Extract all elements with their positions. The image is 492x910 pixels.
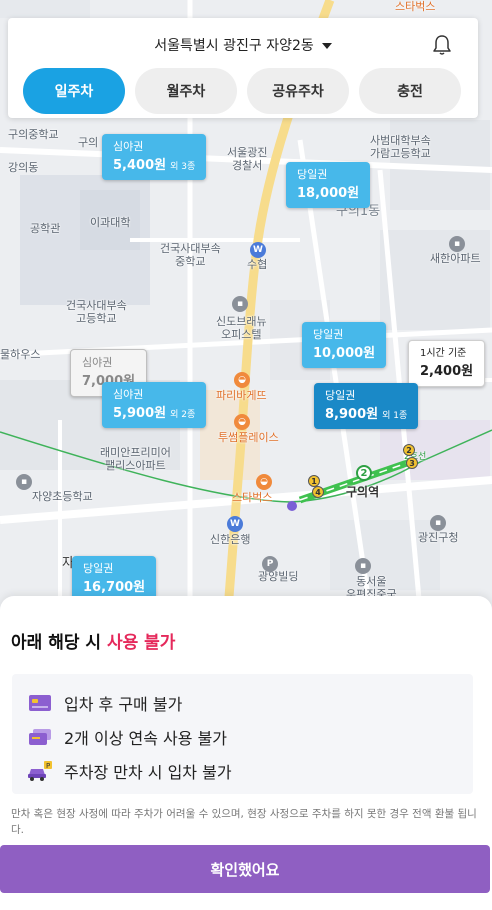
sheet-title-prefix: 아래 해당 시 <box>11 633 107 653</box>
pin-ticket-type: 당일권 <box>325 389 356 402</box>
map-label: 파리바게뜨 <box>216 389 267 402</box>
pin-price: 10,000원 <box>313 346 376 362</box>
parking-price-pin[interactable]: 1시간 기준 2,400원 <box>408 340 486 388</box>
parking-price-pin[interactable]: 당일권 10,000원 <box>302 322 387 369</box>
map-label: 스타벅스 <box>232 491 273 504</box>
list-item: 입차 후 구매 불가 <box>28 686 473 720</box>
pin-extra: 외 1종 <box>382 411 408 422</box>
pin-extra: 외 2종 <box>170 410 196 421</box>
building-icon: P <box>262 556 278 572</box>
bell-icon[interactable] <box>432 34 452 56</box>
caret-down-icon <box>321 43 332 49</box>
map-label: 구의 <box>78 136 99 149</box>
map-label: 물하우스 <box>0 348 41 361</box>
subway-line-badge: 3 <box>406 457 418 469</box>
map-label: 건국사대부속 중학교 <box>160 242 221 269</box>
pin-price: 16,700원 <box>83 580 146 596</box>
map-label: 광진구청 <box>418 531 459 544</box>
building-icon: ▪ <box>232 296 248 312</box>
map-label: 수협 <box>247 258 268 271</box>
svg-text:P: P <box>46 762 50 770</box>
tab-monthly[interactable]: 월주차 <box>135 68 237 114</box>
map-label: 구의중학교 <box>8 128 59 141</box>
building-icon: ▪ <box>430 515 446 531</box>
pin-price: 8,900원 <box>325 407 379 423</box>
bank-icon: W <box>250 242 266 258</box>
post-office-icon: ▪ <box>355 558 371 574</box>
location-selector[interactable]: 서울특별시 광진구 자양2동 <box>8 35 478 55</box>
pin-price: 18,000원 <box>297 186 360 202</box>
map-label: 자양초등학교 <box>32 490 93 503</box>
sheet-title-warning: 사용 불가 <box>106 633 176 653</box>
map-label: 사범대학부속 가람고등학교 <box>370 134 431 161</box>
map-label: 스타벅스 <box>395 0 436 13</box>
map-label: 새한아파트 <box>430 252 481 265</box>
pin-ticket-type: 당일권 <box>297 168 328 181</box>
usage-restriction-sheet: 아래 해당 시 사용 불가 입차 후 구매 불가 2개 이상 연속 사용 불가 … <box>0 596 492 910</box>
pin-price: 5,900원 <box>113 406 167 422</box>
pin-price: 2,400원 <box>420 364 474 379</box>
confirm-button[interactable]: 확인했어요 <box>0 845 490 893</box>
subway-line-badge: 2 <box>403 444 415 456</box>
pin-price: 5,400원 <box>113 158 167 174</box>
building-icon: ▪ <box>449 236 465 252</box>
ticket-icon <box>28 727 52 747</box>
sheet-title: 아래 해당 시 사용 불가 <box>11 628 175 653</box>
cafe-icon: ◒ <box>256 474 272 490</box>
parking-price-pin[interactable]: 심야권 5,400원 외 3종 <box>102 134 207 181</box>
restriction-label: 2개 이상 연속 사용 불가 <box>64 729 228 748</box>
pin-ticket-type: 심야권 <box>82 356 113 369</box>
tab-daily[interactable]: 일주차 <box>23 68 125 114</box>
parking-price-pin[interactable]: 심야권 5,900원 외 2종 <box>102 382 207 429</box>
pin-ticket-type: 당일권 <box>83 562 114 575</box>
map-label: 신도브래뉴 오피스텔 <box>216 315 267 342</box>
pin-extra: 외 3종 <box>170 162 196 173</box>
location-label: 서울특별시 광진구 자양2동 <box>154 38 314 54</box>
pin-ticket-type: 심야권 <box>113 388 144 401</box>
restriction-label: 입차 후 구매 불가 <box>64 695 183 714</box>
pin-ticket-type: 당일권 <box>313 328 344 341</box>
bank-icon: W <box>227 516 243 532</box>
pin-ticket-type: 1시간 기준 <box>420 348 467 359</box>
subway-line-badge: 4 <box>312 486 324 498</box>
pin-ticket-type: 심야권 <box>113 140 144 153</box>
school-icon: ▪ <box>16 474 32 490</box>
parking-price-pin[interactable]: 당일권 18,000원 <box>286 162 371 209</box>
full-parking-icon: P <box>28 761 52 781</box>
map-label: 이과대학 <box>90 216 131 229</box>
card-icon <box>28 693 52 713</box>
search-header-card: 서울특별시 광진구 자양2동 일주차 월주차 공유주차 충전 <box>8 18 478 118</box>
map-label: 광양빌딩 <box>258 570 299 583</box>
list-item: 2개 이상 연속 사용 불가 <box>28 720 473 754</box>
cafe-icon: ◒ <box>234 414 250 430</box>
restriction-list: 입차 후 구매 불가 2개 이상 연속 사용 불가 P 주차장 만차 시 입차 … <box>12 674 473 794</box>
restriction-label: 주차장 만차 시 입차 불가 <box>64 763 232 782</box>
map-label: 래미안프리미어 팰리스아파트 <box>100 446 171 473</box>
disclaimer-text: 만차 혹은 현장 사정에 따라 주차가 어려울 수 있으며, 현장 사정으로 주… <box>11 808 477 834</box>
map-label: 강의동 <box>8 161 39 174</box>
map-label: 서울광진 경찰서 <box>227 146 268 173</box>
map-label: 투썸플레이스 <box>218 431 279 444</box>
parking-price-pin-selected[interactable]: 당일권 8,900원 외 1종 <box>314 383 419 430</box>
tab-charging[interactable]: 충전 <box>359 68 461 114</box>
tab-shared[interactable]: 공유주차 <box>247 68 349 114</box>
parking-type-tabs: 일주차 월주차 공유주차 충전 <box>23 68 461 114</box>
list-item: P 주차장 만차 시 입차 불가 <box>28 754 473 788</box>
subway-line-2-badge: 2 <box>356 465 372 481</box>
map-label: 신한은행 <box>210 533 251 546</box>
station-label: 구의역 <box>346 485 380 499</box>
bakery-icon: ◒ <box>234 372 250 388</box>
map-label: 공학관 <box>30 222 61 235</box>
map-label: 건국사대부속 고등학교 <box>66 299 127 326</box>
